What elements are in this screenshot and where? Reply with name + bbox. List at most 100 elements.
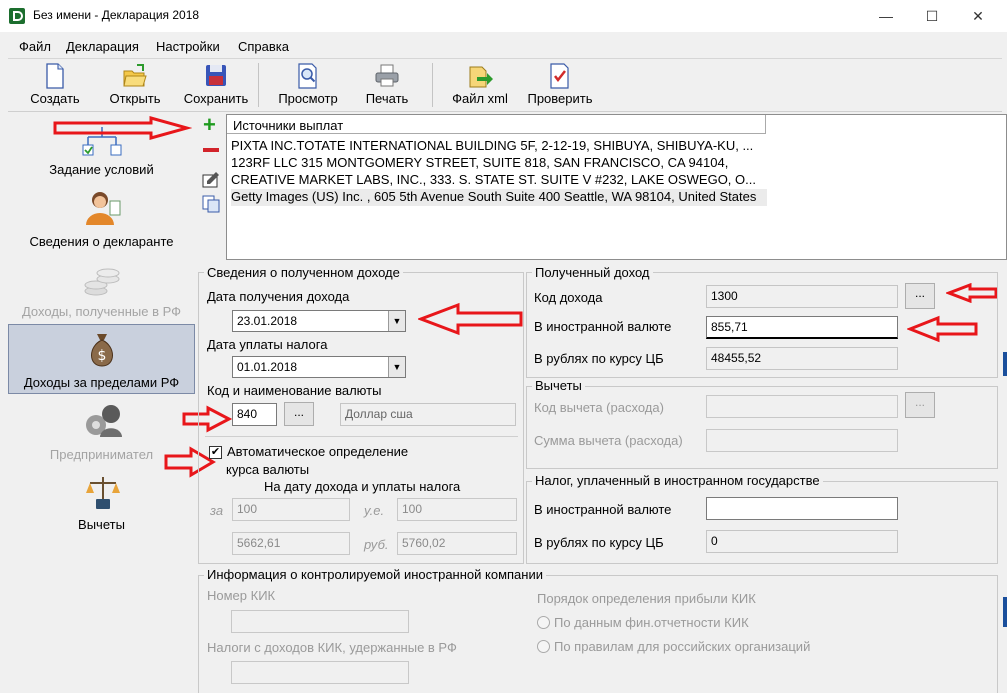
foreign-tax-rub-label: В рублях по курсу ЦБ xyxy=(534,535,664,550)
nav-label-income-abroad: Доходы за пределами РФ xyxy=(23,375,180,390)
xml-file-label: Файл xml xyxy=(452,91,508,106)
date-received-value: 23.01.2018 xyxy=(237,314,298,328)
rate-rub-tax-field: 5760,02 xyxy=(397,532,517,555)
payment-sources-list: Источники выплат PIXTA INC.TOTATE INTERN… xyxy=(226,114,1007,260)
menu-settings[interactable]: Настройки xyxy=(156,39,220,54)
auto-rate-checkbox[interactable]: ✔ xyxy=(209,446,222,459)
menu-declaration[interactable]: Декларация xyxy=(66,39,139,54)
copy-source-icon[interactable] xyxy=(202,195,220,213)
check-label: Проверить xyxy=(527,91,593,106)
check-button[interactable]: Проверить xyxy=(520,59,600,111)
coins-icon xyxy=(84,268,120,296)
print-button[interactable]: Печать xyxy=(354,59,420,111)
auto-rate-label: Автоматическое определение xyxy=(227,444,409,459)
entrepreneur-gears-icon xyxy=(86,405,122,437)
rub-label: руб. xyxy=(364,537,389,552)
close-button[interactable]: ✕ xyxy=(955,0,1001,32)
date-received-label: Дата получения дохода xyxy=(207,289,350,304)
list-item[interactable]: PIXTA INC.TOTATE INTERNATIONAL BUILDING … xyxy=(231,138,766,155)
add-source-icon[interactable]: + xyxy=(203,114,221,136)
kik-option-russian-label: По правилам для российских организаций xyxy=(554,639,811,654)
foreign-tax-currency-input[interactable] xyxy=(706,497,898,520)
list-item[interactable]: 123RF LLC 315 MONTGOMERY STREET, SUITE 8… xyxy=(231,155,766,172)
create-label: Создать xyxy=(30,91,80,106)
menu-bar: Файл Декларация Настройки Справка xyxy=(8,36,1002,58)
income-code-lookup-button[interactable]: ... xyxy=(905,283,935,309)
currency-name-field: Доллар сша xyxy=(340,403,516,426)
open-button[interactable]: Открыть xyxy=(102,59,168,111)
xml-export-icon xyxy=(469,66,493,88)
income-code-label: Код дохода xyxy=(534,290,603,305)
rub-amount-field: 48455,52 xyxy=(706,347,898,370)
foreign-tax-title: Налог, уплаченный в иностранном государс… xyxy=(532,473,823,488)
received-income-title: Полученный доход xyxy=(532,265,653,280)
kik-option-financial-label: По данным фин.отчетности КИК xyxy=(554,615,749,630)
nav-item-income-abroad[interactable]: $ Доходы за пределами РФ xyxy=(8,324,195,394)
deduction-lookup-button[interactable]: ... xyxy=(905,392,935,418)
per-label: за xyxy=(210,503,224,518)
currency-label: Код и наименование валюты xyxy=(207,383,382,398)
preview-label: Просмотр xyxy=(278,91,338,106)
foreign-amount-label: В иностранной валюте xyxy=(534,319,672,334)
date-paid-label: Дата уплаты налога xyxy=(207,337,328,352)
left-nav: Задание условий Сведения о декларанте До… xyxy=(8,113,195,693)
toolbar-separator xyxy=(258,63,259,107)
preview-button[interactable]: Просмотр xyxy=(270,59,346,111)
sources-column-header[interactable]: Источники выплат xyxy=(227,115,766,134)
date-paid-value: 01.01.2018 xyxy=(237,360,298,374)
rate-units-income-field: 100 xyxy=(232,498,350,521)
remove-source-icon[interactable] xyxy=(203,141,221,159)
deductions-title: Вычеты xyxy=(532,378,585,393)
open-folder-icon xyxy=(123,64,147,87)
currency-code-input[interactable]: 840 xyxy=(232,403,277,426)
kik-option-russian-radio[interactable] xyxy=(537,640,550,653)
income-code-field: 1300 xyxy=(706,285,898,308)
foreign-tax-rub-field: 0 xyxy=(706,530,898,553)
kik-tax-label: Налоги с доходов КИК, удержанные в РФ xyxy=(207,640,457,655)
save-button[interactable]: Сохранить xyxy=(178,59,254,111)
printer-icon xyxy=(375,64,399,87)
menu-help[interactable]: Справка xyxy=(238,39,289,54)
kik-number-label: Номер КИК xyxy=(207,588,276,603)
person-icon xyxy=(86,192,121,225)
foreign-tax-currency-label: В иностранной валюте xyxy=(534,502,672,517)
scales-icon xyxy=(86,477,120,509)
edit-source-icon[interactable] xyxy=(202,170,220,188)
kik-profit-order-label: Порядок определения прибыли КИК xyxy=(537,591,756,606)
date-received-select[interactable]: 23.01.2018 ▼ xyxy=(232,310,406,332)
date-paid-select[interactable]: 01.01.2018 ▼ xyxy=(232,356,406,378)
foreign-amount-input[interactable]: 855,71 xyxy=(706,316,898,339)
kik-option-financial-radio[interactable] xyxy=(537,616,550,629)
list-item[interactable]: CREATIVE MARKET LABS, INC., 333. S. STAT… xyxy=(231,172,766,189)
nav-label-declarant: Сведения о декларанте xyxy=(29,234,174,249)
create-button[interactable]: Создать xyxy=(22,59,88,111)
nav-label-conditions: Задание условий xyxy=(49,162,154,177)
annotation-arrow-icon xyxy=(53,116,192,140)
xml-file-button[interactable]: Файл xml xyxy=(442,59,518,111)
floppy-disk-icon xyxy=(206,65,226,86)
nav-item-deductions[interactable]: Вычеты xyxy=(8,471,195,537)
chevron-down-icon[interactable]: ▼ xyxy=(388,357,405,377)
list-item-selected[interactable]: Getty Images (US) Inc. , 605 5th Avenue … xyxy=(231,189,767,206)
chevron-down-icon[interactable]: ▼ xyxy=(388,311,405,331)
background-window-edge xyxy=(1003,597,1007,627)
currency-lookup-button[interactable]: ... xyxy=(284,402,314,426)
minimize-button[interactable]: — xyxy=(863,0,909,32)
maximize-button[interactable]: ☐ xyxy=(909,0,955,32)
deduction-code-label: Код вычета (расхода) xyxy=(534,400,664,415)
rate-rub-income-field: 5662,61 xyxy=(232,532,350,555)
money-bag-icon: $ xyxy=(91,334,113,367)
title-bar: Без имени - Декларация 2018 — ☐ ✕ xyxy=(0,0,1007,32)
checklist-icon xyxy=(550,63,569,89)
background-window-edge xyxy=(1003,352,1007,376)
nav-label-income-rf: Доходы, полученные в РФ xyxy=(21,304,182,319)
deduction-sum-field xyxy=(706,429,898,452)
deduction-sum-label: Сумма вычета (расхода) xyxy=(534,433,683,448)
nav-item-declarant[interactable]: Сведения о декларанте xyxy=(8,187,195,255)
rate-units-tax-field: 100 xyxy=(397,498,517,521)
nav-item-income-rf[interactable]: Доходы, полученные в РФ xyxy=(8,259,195,325)
divider xyxy=(205,436,518,437)
print-label: Печать xyxy=(365,91,409,106)
toolbar-separator xyxy=(432,63,433,107)
menu-file[interactable]: Файл xyxy=(19,39,51,54)
